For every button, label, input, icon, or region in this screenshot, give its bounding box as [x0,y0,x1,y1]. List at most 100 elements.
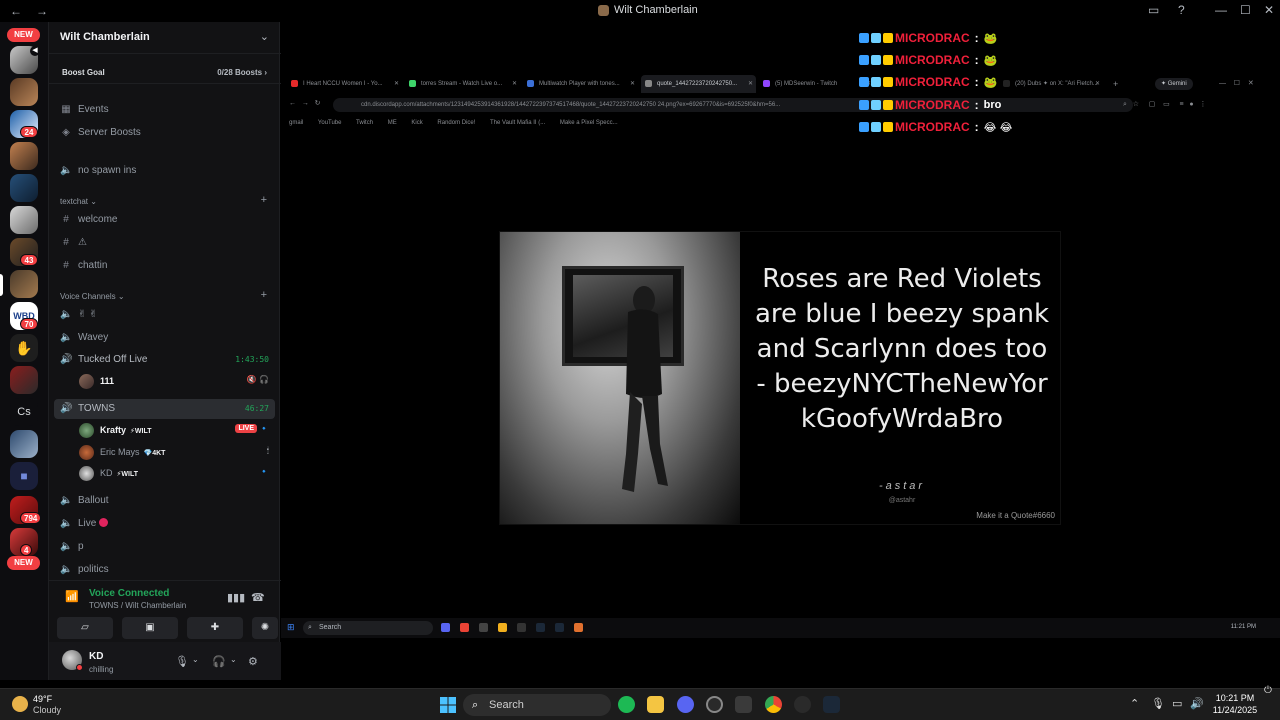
browser-window-controls[interactable]: — ☐ ✕ [1219,75,1254,93]
camera-off-button[interactable]: ▱ [57,617,113,639]
quote-image[interactable]: Roses are Red Violets are blue I beezy s… [499,231,1061,525]
bookmark[interactable]: Random Dice! [437,120,475,126]
voice-user[interactable]: Krafty ⚡WILT LIVE 🔹 [79,421,275,441]
steam-icon[interactable] [823,696,840,713]
browser-tab[interactable]: Multiwatch Player with tones... ✕ [523,75,638,93]
channel-ballout[interactable]: 🔈 Ballout [54,491,275,511]
app-icon[interactable] [794,696,811,713]
channel-welcome[interactable]: # welcome [54,210,275,230]
server-boosts-item[interactable]: ◈ Server Boosts [54,123,275,143]
bookmark[interactable]: Twitch [356,120,373,126]
new-unreads-pill-top[interactable]: NEW [7,28,40,42]
channel-hands[interactable]: 🔈 ✌ ✌ [54,305,275,325]
browser-nav-icons[interactable]: ← → ↻ [289,99,321,107]
new-tab-icon[interactable]: + [1113,75,1118,93]
server-icon-hand[interactable]: ✋ [10,334,38,362]
close-button[interactable]: ✕ [1264,3,1274,17]
disconnect-icon[interactable]: ☎ [251,591,265,604]
channel-live[interactable]: 🔈 Live [54,514,275,534]
clock-date[interactable]: 11/24/2025 [1207,705,1263,715]
channel-p[interactable]: 🔈 p [54,537,275,557]
folder-icon[interactable]: ■ [10,462,38,490]
bookmark[interactable]: gmail [289,120,303,126]
bookmark[interactable]: Make a Pixel Specc... [560,120,618,126]
chevron-up-icon[interactable]: ⌃ [1130,697,1139,710]
server-icon-4[interactable] [10,142,38,170]
volume-icon[interactable]: 🔊 [1190,697,1204,710]
voice-location[interactable]: TOWNS / Wilt Chamberlain [89,601,186,610]
server-icon-5[interactable] [10,174,38,202]
taskbar-search[interactable]: ⌕ Search [463,694,611,716]
voice-user[interactable]: KD ⚡WILT 🔹 [79,464,275,484]
server-icon-9[interactable] [10,430,38,458]
channel-no-spawn-ins[interactable]: 🔈 no spawn ins [54,161,275,181]
bookmark[interactable]: ME [388,120,397,126]
channel-warning[interactable]: # ⚠ [54,233,275,253]
chevron-down-icon[interactable]: ⌄ [260,30,269,43]
voice-user[interactable]: Eric Mays 💎4KT 🕯 [79,443,275,463]
add-channel-icon[interactable]: + [261,289,267,301]
browser-toolbar-icons[interactable]: ⌕ ☆ ▢ ▭ ≡ ● ⋮ [1123,100,1206,109]
maximize-button[interactable]: ☐ [1240,3,1251,17]
category-voice-channels[interactable]: Voice Channels ⌄ [60,292,125,301]
server-icon-cs[interactable]: Cs [10,398,38,426]
discord-icon[interactable] [677,696,694,713]
bookmark[interactable]: The Vault Mafia II (... [490,120,545,126]
app-icon[interactable] [706,696,723,713]
help-icon[interactable]: ? [1178,3,1185,17]
browser-tab[interactable]: I Heart NCCU Women I - Yo... ✕ [287,75,402,93]
channel-chattin[interactable]: # chattin [54,256,275,276]
forward-arrow-icon[interactable]: → [36,4,48,18]
clock-time[interactable]: 10:21 PM [1207,693,1263,703]
browser-tab[interactable]: torres Stream - Watch Live o... ✕ [405,75,520,93]
minimize-button[interactable]: — [1215,3,1227,17]
events-item[interactable]: ▦ Events [54,100,275,120]
channel-politics[interactable]: 🔈 politics [54,560,275,580]
server-icon-8[interactable] [10,366,38,394]
soundboard-button[interactable]: ✺ [252,617,278,639]
channel-tucked-off-live[interactable]: 🔊 Tucked Off Live 1:43:50 [54,350,275,370]
screen-share-button[interactable]: ▣ [122,617,178,639]
noise-suppression-icon[interactable]: ▮▮▮ [227,591,245,604]
chrome-icon[interactable] [765,696,782,713]
browser-tab-active[interactable]: quote_14427223720242750... ✕ [641,75,756,93]
power-icon[interactable]: ⏻ [1264,685,1272,696]
voice-user[interactable]: 111 🔇 🎧 [79,372,275,392]
windows-start-icon[interactable] [440,697,456,713]
file-explorer-icon[interactable] [647,696,664,713]
bookmark[interactable]: Kick [411,120,422,126]
stream-view[interactable]: I Heart NCCU Women I - Yo... ✕ torres Str… [281,22,1280,680]
spotify-icon[interactable] [618,696,635,713]
gear-icon[interactable]: ⚙ [248,655,258,668]
display-icon[interactable]: ▭ [1172,697,1182,710]
user-name[interactable]: KD [89,651,103,662]
chevron-down-icon[interactable]: ⌄ [230,655,237,664]
boost-goal-bar[interactable]: Boost Goal 0/28 Boosts › [49,62,281,84]
headphones-icon[interactable]: 🎧 [212,655,226,668]
add-channel-icon[interactable]: + [261,194,267,206]
microphone-icon[interactable]: 🎙 [175,655,189,668]
inbox-icon[interactable]: ▭ [1148,3,1159,17]
bookmark[interactable]: YouTube [318,120,342,126]
app-icon[interactable] [735,696,752,713]
server-icon-2[interactable] [10,78,38,106]
chevron-down-icon[interactable]: ⌄ [192,655,199,664]
microphone-icon[interactable]: 🎙 [1151,697,1165,710]
back-arrow-icon[interactable]: ← [10,4,22,18]
voice-status[interactable]: Voice Connected [89,588,169,599]
server-icon-wilt[interactable] [10,270,38,298]
channel-wavey[interactable]: 🔈 Wavey [54,328,275,348]
new-unreads-pill-bottom[interactable]: NEW [7,556,40,570]
category-textchat[interactable]: textchat ⌄ [60,197,97,206]
browser-tab[interactable]: (20) Dubs ✦ on X: "Ari Fletch... ✕ [999,75,1103,93]
quote-author: -astar [878,480,926,492]
channel-towns[interactable]: 🔊 TOWNS 46:27 [54,399,275,419]
activities-button[interactable]: ✚ [187,617,243,639]
signal-icon[interactable]: 📶 [65,590,79,603]
server-icon-6[interactable] [10,206,38,234]
muted-deafened-icon: 🔇 🎧 [246,375,269,384]
server-header[interactable]: Wilt Chamberlain ⌄ [49,22,281,54]
address-bar[interactable]: cdn.discordapp.com/attachments/123149425… [333,98,1133,112]
browser-tab[interactable]: (5) MDSeerwin - Twitch✕ [759,75,874,93]
gemini-button[interactable]: ✦ Gemini [1155,78,1193,90]
